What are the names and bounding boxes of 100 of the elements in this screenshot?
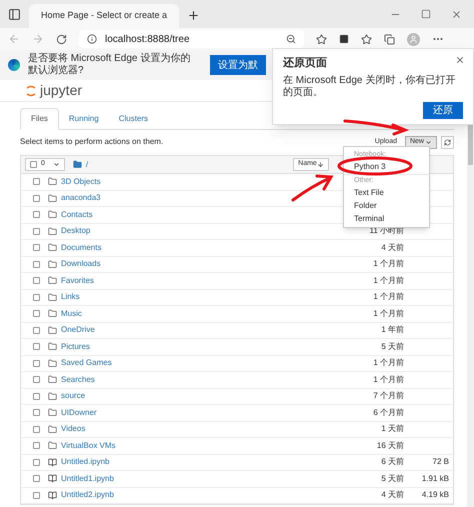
row-checkbox[interactable] <box>33 194 40 202</box>
file-name[interactable]: Desktop <box>61 225 90 238</box>
file-name[interactable]: Contacts <box>61 208 93 221</box>
row-checkbox[interactable] <box>33 426 40 433</box>
row-checkbox[interactable] <box>33 376 40 384</box>
caret-icon <box>52 161 60 168</box>
folder-icon <box>48 441 57 450</box>
sort-arrow-icon <box>316 161 324 168</box>
breadcrumb-path[interactable]: / <box>86 158 88 170</box>
file-name[interactable]: Downloads <box>61 258 101 270</box>
modified-time: 5 天前 <box>381 472 404 485</box>
nav-tab[interactable]: Files <box>20 108 59 130</box>
file-name[interactable]: Videos <box>61 423 86 436</box>
file-name[interactable]: Links <box>61 291 80 304</box>
file-row[interactable]: Videos 1 天前 <box>21 422 453 438</box>
file-name[interactable]: VirtualBox VMs <box>61 440 116 452</box>
folder-icon <box>48 309 57 318</box>
row-checkbox[interactable] <box>33 442 40 450</box>
back-icon[interactable] <box>8 33 20 45</box>
collections-icon[interactable] <box>384 34 395 44</box>
file-name[interactable]: source <box>61 390 86 402</box>
row-checkbox[interactable] <box>33 360 40 367</box>
row-checkbox[interactable] <box>33 475 40 482</box>
tab-actions-icon[interactable] <box>8 8 21 21</box>
set-default-button[interactable]: 设置为默 <box>210 55 266 75</box>
row-checkbox[interactable] <box>33 277 40 284</box>
restore-button[interactable]: 还原 <box>423 102 463 118</box>
file-row[interactable]: Documents 4 天前 <box>21 240 453 256</box>
file-row[interactable]: Pictures 5 天前 <box>21 339 453 356</box>
row-checkbox[interactable] <box>33 228 40 235</box>
new-tab-icon[interactable] <box>187 9 200 22</box>
menu-item[interactable]: Python 3 <box>344 160 429 173</box>
file-name[interactable]: Saved Games <box>61 357 112 370</box>
file-name[interactable]: anaconda3 <box>61 192 101 204</box>
row-checkbox[interactable] <box>33 409 40 416</box>
folder-icon <box>48 243 57 252</box>
modified-time: 16 天前 <box>376 440 404 452</box>
file-row[interactable]: Links 1 个月前 <box>21 290 453 306</box>
folder-icon <box>48 260 57 269</box>
file-name[interactable]: Favorites <box>61 274 94 287</box>
browser-tab[interactable]: Home Page - Select or create a <box>29 4 179 28</box>
file-row[interactable]: Music 1 个月前 <box>21 306 453 322</box>
folder-icon <box>48 210 57 220</box>
row-checkbox[interactable] <box>33 458 40 466</box>
row-checkbox[interactable] <box>33 492 40 499</box>
file-row[interactable]: Saved Games 1 个月前 <box>21 356 453 372</box>
info-icon <box>87 34 97 44</box>
file-row[interactable]: Untitled2.ipynb 4 天前 4.19 kB <box>21 488 453 504</box>
menu-item[interactable]: Terminal <box>344 212 429 225</box>
file-name[interactable]: Untitled.ipynb <box>61 456 110 468</box>
file-row[interactable]: UIDowner 6 个月前 <box>21 405 453 422</box>
row-checkbox[interactable] <box>33 178 40 186</box>
file-name[interactable]: Untitled2.ipynb <box>61 489 114 502</box>
nav-tab[interactable]: Clusters <box>108 108 158 129</box>
row-checkbox[interactable] <box>33 343 40 350</box>
file-name[interactable]: Searches <box>61 374 95 386</box>
favorites-icon[interactable] <box>361 34 372 44</box>
profile-avatar[interactable] <box>407 32 420 46</box>
file-row[interactable]: VirtualBox VMs 16 天前 <box>21 438 453 454</box>
file-row[interactable]: source 7 个月前 <box>21 388 453 405</box>
modified-time: 4 天前 <box>381 489 404 502</box>
tab-title: Home Page - Select or create a <box>41 9 168 22</box>
file-row[interactable]: Untitled1.ipynb 5 天前 1.91 kB <box>21 471 453 488</box>
row-checkbox[interactable] <box>33 294 40 301</box>
close-icon[interactable] <box>455 55 465 65</box>
folder-icon <box>48 358 57 368</box>
row-checkbox[interactable] <box>33 211 40 218</box>
refresh-icon[interactable] <box>56 34 67 44</box>
row-checkbox[interactable] <box>33 260 40 268</box>
refresh-button[interactable] <box>441 136 454 148</box>
jupyter-logo[interactable]: jupyter <box>26 80 82 101</box>
refresh-icon <box>444 138 451 146</box>
file-name[interactable]: Music <box>61 308 82 320</box>
file-row[interactable]: OneDrive 1 年前 <box>21 322 453 339</box>
file-row[interactable]: Favorites 1 个月前 <box>21 273 453 290</box>
file-name[interactable]: Untitled1.ipynb <box>61 472 114 485</box>
file-row[interactable]: Untitled.ipynb 6 天前 72 B <box>21 454 453 471</box>
forward-icon[interactable] <box>32 33 44 45</box>
file-name[interactable]: Pictures <box>61 340 90 353</box>
row-checkbox[interactable] <box>33 326 40 334</box>
maximize-icon[interactable] <box>421 9 431 19</box>
favorite-icon[interactable] <box>316 34 327 44</box>
zoom-icon[interactable] <box>286 34 296 44</box>
address-field[interactable]: localhost:8888/tree <box>79 30 304 48</box>
row-checkbox[interactable] <box>33 244 40 252</box>
address-text: localhost:8888/tree <box>105 32 190 46</box>
folder-icon[interactable] <box>72 160 82 169</box>
file-row[interactable]: Downloads 1 个月前 <box>21 256 453 273</box>
file-row[interactable]: Searches 1 个月前 <box>21 372 453 388</box>
file-name[interactable]: UIDowner <box>61 406 97 419</box>
file-name[interactable]: OneDrive <box>61 324 95 336</box>
row-checkbox[interactable] <box>33 392 40 400</box>
nav-tab[interactable]: Running <box>58 108 109 129</box>
row-checkbox[interactable] <box>33 310 40 318</box>
file-name[interactable]: 3D Objects <box>61 176 101 188</box>
close-window-icon[interactable] <box>451 9 462 20</box>
folder-icon <box>48 226 57 236</box>
file-name[interactable]: Documents <box>61 242 102 254</box>
modified-time: 6 天前 <box>381 456 404 468</box>
folder-icon <box>48 375 57 384</box>
